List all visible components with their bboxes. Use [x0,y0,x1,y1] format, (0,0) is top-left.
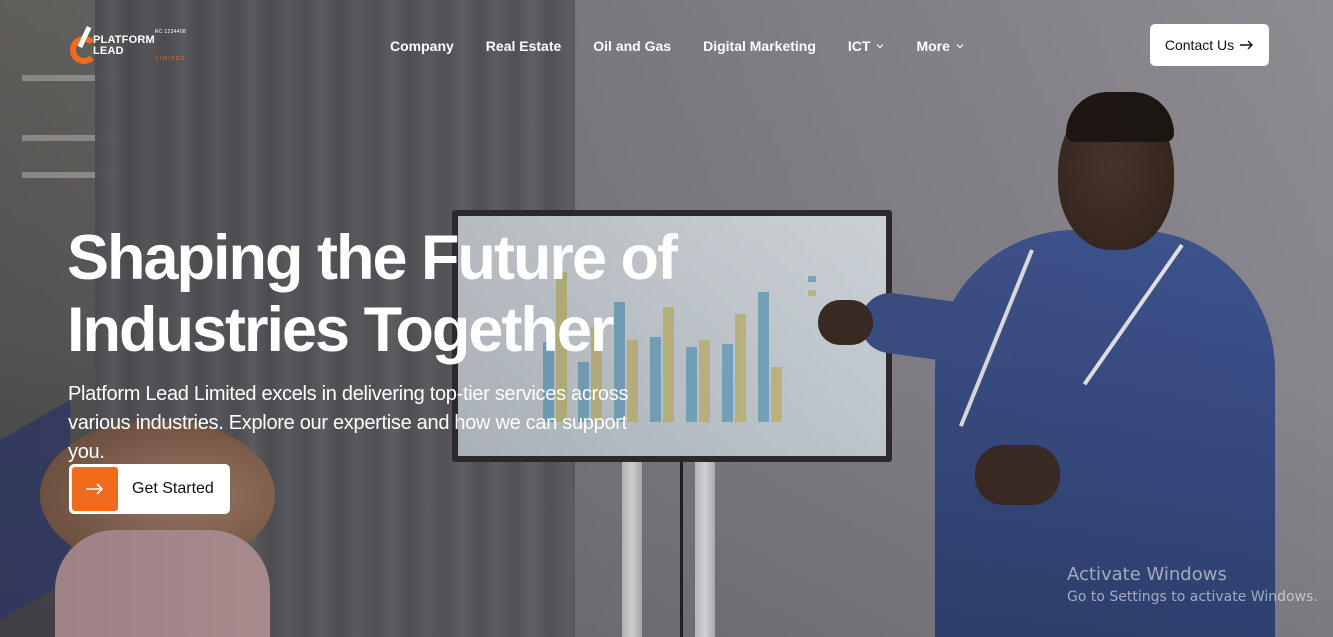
brand-logo-text: RC 1234408 PLATFORM LEAD LIMITED [93,30,186,62]
nav-item-label: Real Estate [485,38,562,54]
watermark-subtitle: Go to Settings to activate Windows. [1067,589,1318,605]
hero-description-line: Platform Lead Limited excels in deliveri… [68,383,629,405]
nav-item-digital-marketing[interactable]: Digital Marketing [687,38,832,54]
windows-activation-watermark: Activate Windows Go to Settings to activ… [1067,564,1318,605]
nav-item-label: Company [390,38,454,54]
hero-description: Platform Lead Limited excels in deliveri… [68,380,668,467]
brand-subtitle: LIMITED [155,56,186,62]
hero-headline-line: Shaping the Future of [67,223,678,293]
nav-item-label: ICT [847,38,871,54]
hero-headline-line: Industries Together [67,295,614,365]
nav-item-real-estate[interactable]: Real Estate [470,38,577,54]
brand-logo-mark-icon [68,25,101,66]
nav-item-company[interactable]: Company [374,38,470,54]
nav-item-label: More [916,38,950,54]
nav-item-oil-and-gas[interactable]: Oil and Gas [577,38,687,54]
nav-item-label: Digital Marketing [703,38,816,54]
chevron-down-icon [876,42,884,50]
nav-item-more[interactable]: More [900,38,979,54]
arrow-right-icon [72,467,118,511]
watermark-title: Activate Windows [1067,564,1227,585]
nav-item-label: Oil and Gas [593,38,672,54]
hero-description-line: various industries. Explore our expertis… [68,412,627,463]
chevron-down-icon [956,42,964,50]
contact-us-label: Contact Us [1164,37,1235,53]
hero-headline: Shaping the Future of Industries Togethe… [67,222,707,366]
main-nav: Company Real Estate Oil and Gas Digital … [374,36,980,56]
brand-logo[interactable]: RC 1234408 PLATFORM LEAD LIMITED [68,25,186,67]
get-started-label: Get Started [132,480,214,497]
nav-item-ict[interactable]: ICT [832,38,901,54]
arrow-right-icon [1240,37,1254,53]
contact-us-button[interactable]: Contact Us [1150,24,1269,66]
brand-name: PLATFORM LEAD [92,34,155,57]
get-started-button[interactable]: Get Started [69,464,230,514]
